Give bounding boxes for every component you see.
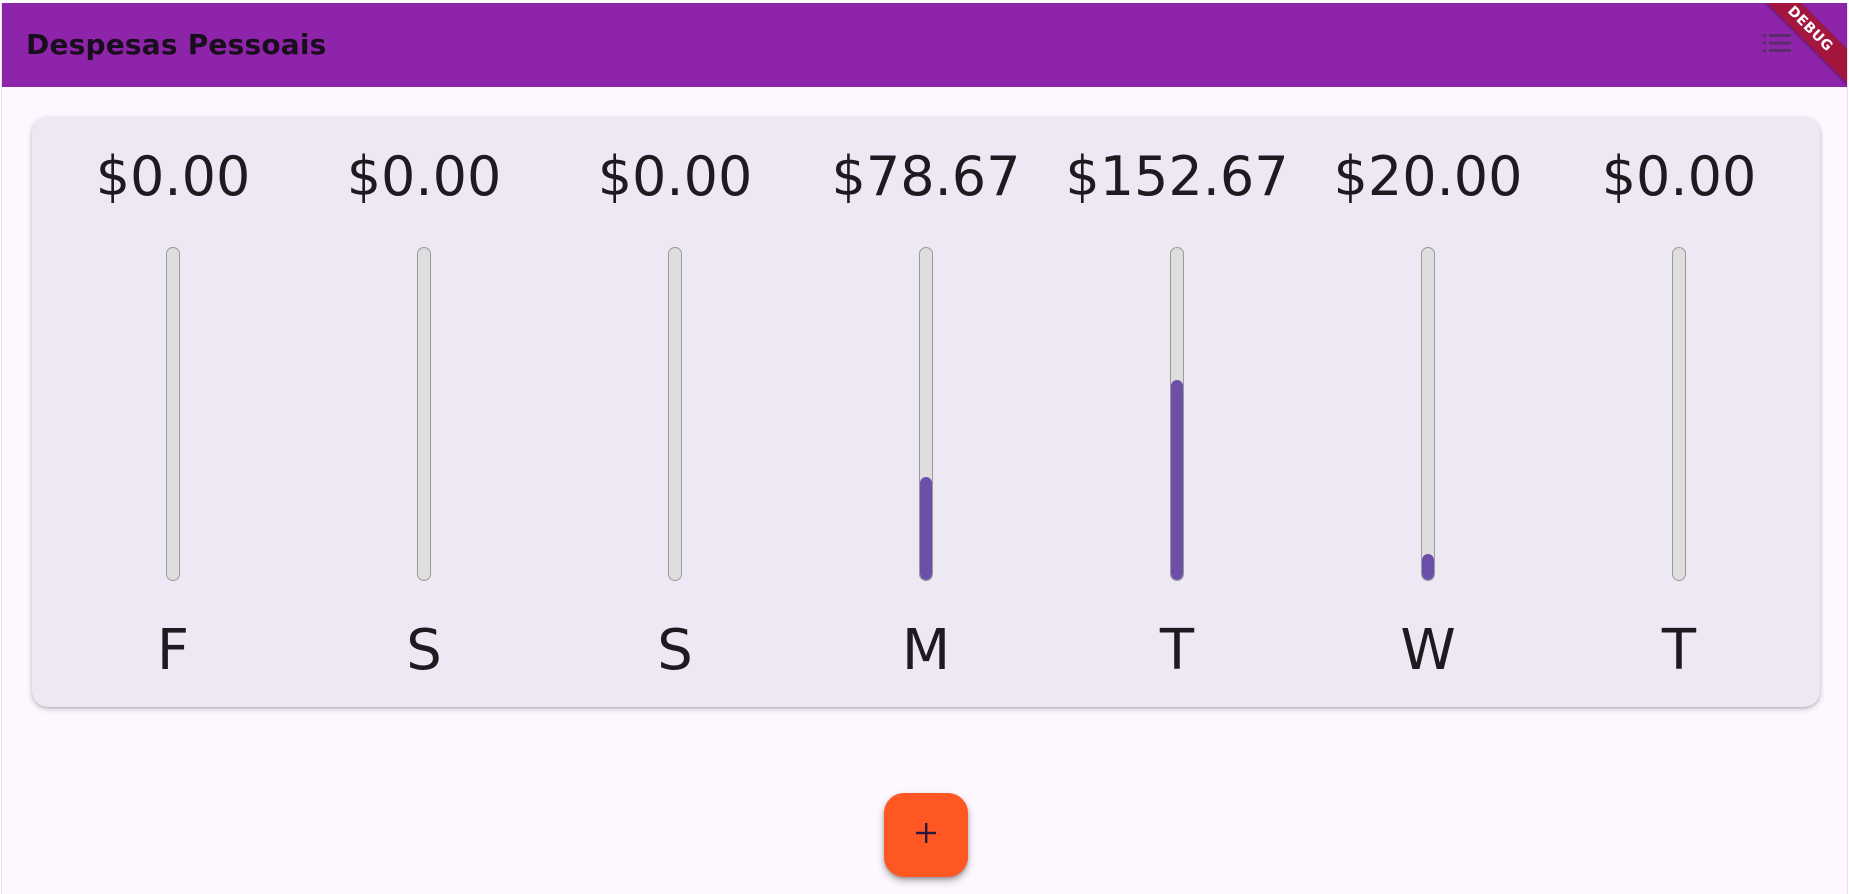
- day-label: M: [901, 618, 951, 683]
- day-label: T: [1159, 618, 1195, 683]
- day-label: W: [1400, 618, 1456, 683]
- day-column: $0.00 T: [1559, 117, 1799, 707]
- add-expense-button[interactable]: [884, 793, 968, 877]
- bar-track: [166, 247, 180, 581]
- day-column: $0.00 S: [304, 117, 544, 707]
- day-amount: $0.00: [597, 145, 753, 208]
- bar-fill: [1171, 379, 1183, 580]
- day-column: $20.00 W: [1308, 117, 1548, 707]
- day-amount: $152.67: [1065, 145, 1289, 208]
- bar-fill: [920, 476, 932, 580]
- bar-track: [1421, 247, 1435, 581]
- day-column: $0.00 F: [53, 117, 293, 707]
- day-amount: $20.00: [1333, 145, 1523, 208]
- day-amount: $0.00: [346, 145, 502, 208]
- weekly-expense-chart: $0.00 F $0.00 S $0.00 S $78.67 M $152.67…: [32, 117, 1820, 707]
- bar-track: [417, 247, 431, 581]
- bar-fill: [1422, 553, 1434, 580]
- day-amount: $0.00: [1601, 145, 1757, 208]
- list-button[interactable]: [1757, 25, 1797, 65]
- day-label: S: [406, 618, 442, 683]
- bar-track: [919, 247, 933, 581]
- day-label: S: [657, 618, 693, 683]
- day-amount: $78.67: [831, 145, 1021, 208]
- plus-icon: [913, 820, 939, 850]
- bar-track: [1672, 247, 1686, 581]
- day-label: T: [1661, 618, 1697, 683]
- bar-track: [668, 247, 682, 581]
- app-bar: Despesas Pessoais DEBUG: [2, 3, 1847, 91]
- app-title: Despesas Pessoais: [26, 28, 327, 61]
- day-amount: $0.00: [95, 145, 251, 208]
- bar-track: [1170, 247, 1184, 581]
- day-column: $152.67 T: [1057, 117, 1297, 707]
- day-column: $0.00 S: [555, 117, 795, 707]
- app-frame: Despesas Pessoais DEBUG $0.00 F $0.00 S …: [1, 3, 1848, 894]
- day-label: F: [156, 618, 190, 683]
- day-column: $78.67 M: [806, 117, 1046, 707]
- list-icon: [1762, 32, 1792, 58]
